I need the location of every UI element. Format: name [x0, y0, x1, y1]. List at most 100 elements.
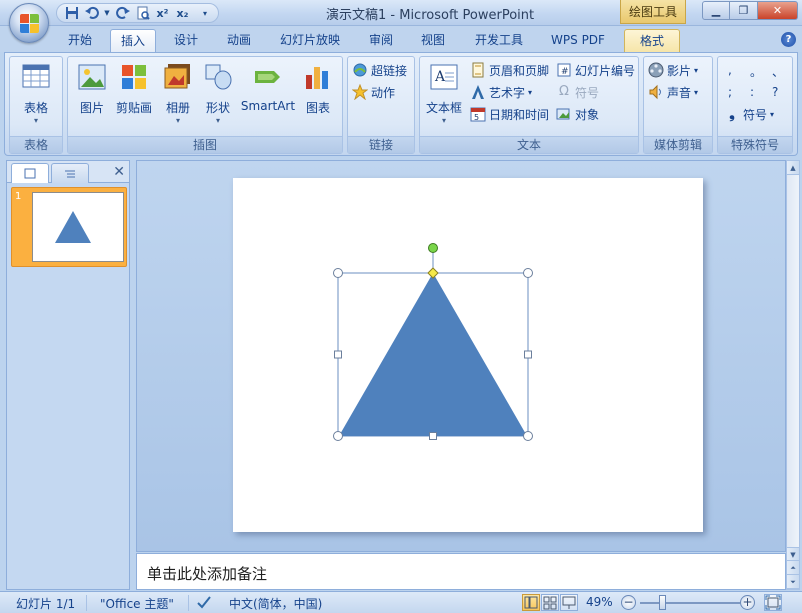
hyperlink-icon [352, 62, 368, 78]
resize-handle-bottom[interactable] [429, 432, 437, 440]
svg-text:#: # [561, 67, 569, 77]
group-links: 超链接 动作 链接 [347, 56, 415, 154]
minimize-button[interactable]: ▁ [702, 1, 730, 20]
symbol-enum-comma[interactable]: 、 [772, 63, 784, 80]
fit-to-window-button[interactable] [764, 594, 782, 611]
sound-button[interactable]: 声音 ▾ [648, 82, 698, 102]
hyperlink-button[interactable]: 超链接 [352, 60, 407, 80]
help-icon[interactable]: ? [781, 32, 796, 47]
tab-wps-pdf[interactable]: WPS PDF [542, 29, 614, 52]
dropdown-arrow-icon: ▾ [694, 87, 699, 97]
print-preview-icon[interactable] [134, 5, 151, 22]
close-button[interactable]: ✕ [758, 1, 798, 20]
undo-icon[interactable] [83, 5, 100, 22]
tab-review[interactable]: 审阅 [358, 29, 404, 52]
redo-icon[interactable] [114, 5, 131, 22]
datetime-button[interactable]: 5 日期和时间 [470, 104, 549, 124]
zoom-in-icon[interactable]: + [740, 595, 755, 610]
tab-slides-view[interactable] [11, 163, 49, 183]
next-slide-icon[interactable]: ⏷ [787, 575, 799, 589]
rotation-handle[interactable] [428, 243, 438, 253]
clipart-button[interactable]: 剪贴画 [112, 61, 156, 116]
vertical-scrollbar[interactable]: ▲ ▼ ⏶ ⏷ [786, 160, 800, 590]
slide-canvas[interactable] [233, 178, 703, 532]
office-button[interactable] [9, 3, 49, 43]
slide-thumbnail-selected[interactable]: 1 [11, 187, 127, 267]
customize-qat-icon[interactable]: ▾ [200, 5, 210, 22]
triangle-shape[interactable] [339, 273, 527, 436]
textbox-button[interactable]: A 文本框 ▾ [424, 61, 464, 126]
tab-home[interactable]: 开始 [58, 29, 102, 52]
language-indicator[interactable]: 中文(简体，中国) [229, 595, 322, 612]
scroll-up-icon[interactable]: ▲ [787, 161, 799, 175]
dropdown-arrow-icon[interactable]: ▼ [103, 5, 111, 22]
wordart-button[interactable]: 艺术字 ▾ [470, 82, 532, 102]
zoom-level[interactable]: 49% [586, 595, 613, 609]
symbol-button-disabled[interactable]: Ω 符号 [556, 82, 599, 102]
zoom-out-icon[interactable]: − [621, 595, 636, 610]
save-icon[interactable] [63, 5, 80, 22]
tab-slideshow[interactable]: 幻灯片放映 [270, 29, 350, 52]
slideshow-icon [562, 596, 576, 609]
resize-handle-bottom-left[interactable] [333, 431, 343, 441]
zoom-slider-thumb[interactable] [658, 595, 666, 610]
chart-button[interactable]: 图表 [300, 61, 336, 116]
resize-handle-top-left[interactable] [333, 268, 343, 278]
scroll-down-icon[interactable]: ▼ [787, 547, 799, 561]
action-button[interactable]: 动作 [351, 82, 395, 102]
resize-handle-bottom-right[interactable] [523, 431, 533, 441]
chart-label: 图表 [305, 101, 330, 115]
tab-design[interactable]: 设计 [162, 29, 210, 52]
tab-view[interactable]: 视图 [410, 29, 456, 52]
slideshow-button[interactable] [560, 594, 578, 611]
symbol-semicolon[interactable]: ; [728, 85, 732, 99]
previous-slide-icon[interactable]: ⏶ [787, 561, 799, 575]
header-footer-button[interactable]: 页眉和页脚 [470, 60, 549, 80]
adjust-handle[interactable] [427, 267, 439, 279]
ribbon: 表格 ▾ 表格 图片 剪贴画 相册 ▾ 形状 ▾ SmartArt 图表 插图 … [4, 52, 798, 156]
movie-button[interactable]: 影片 ▾ [648, 60, 698, 80]
symbol-comma[interactable]: , [728, 63, 732, 77]
movie-label: 影片 [667, 63, 692, 78]
resize-handle-top-right[interactable] [523, 268, 533, 278]
omega-icon: Ω [559, 84, 569, 99]
slide-sorter-icon [543, 596, 557, 610]
thumbnail-triangle [55, 211, 91, 243]
group-label-special: 特殊符号 [718, 136, 792, 153]
close-panel-icon[interactable]: ✕ [113, 164, 125, 180]
superscript-icon[interactable]: x² [154, 5, 171, 22]
tab-animation[interactable]: 动画 [216, 29, 262, 52]
tab-insert[interactable]: 插入 [110, 29, 156, 52]
subscript-icon[interactable]: x₂ [174, 5, 191, 22]
symbol-period[interactable]: 。 [750, 63, 762, 80]
tab-outline-view[interactable] [51, 163, 89, 183]
slide-number-button[interactable]: # 幻灯片编号 [556, 60, 635, 80]
tab-format[interactable]: 格式 [624, 29, 680, 52]
normal-view-button[interactable] [522, 594, 540, 611]
smartart-button[interactable]: SmartArt [240, 61, 296, 113]
action-star-icon [351, 83, 369, 101]
spell-check-icon[interactable] [196, 595, 214, 612]
notes-pane[interactable]: 单击此处添加备注 [136, 553, 786, 590]
slide-thumbnail-number: 1 [15, 191, 22, 202]
theme-name[interactable]: "Office 主题" [100, 595, 174, 612]
slide-sorter-button[interactable] [541, 594, 559, 611]
special-symbol-button[interactable]: ❟ 符号 ▾ [724, 104, 774, 124]
object-button[interactable]: 对象 [556, 104, 599, 124]
picture-button[interactable]: 图片 [74, 61, 110, 116]
tab-developer[interactable]: 开发工具 [464, 29, 534, 52]
symbol-question[interactable]: ? [772, 85, 778, 99]
restore-button[interactable]: ❐ [730, 1, 758, 20]
group-label-links: 链接 [348, 136, 414, 153]
dropdown-arrow-icon: ▾ [175, 116, 180, 125]
smartart-icon [252, 61, 284, 93]
symbol-colon[interactable]: : [750, 85, 754, 99]
zoom-slider[interactable] [640, 602, 740, 604]
album-button[interactable]: 相册 ▾ [160, 61, 196, 126]
resize-handle-right[interactable] [524, 350, 532, 359]
table-button[interactable]: 表格 ▾ [16, 61, 56, 126]
shapes-button[interactable]: 形状 ▾ [200, 61, 236, 126]
resize-handle-left[interactable] [334, 350, 342, 359]
picture-label: 图片 [79, 101, 104, 115]
object-label: 对象 [575, 107, 600, 122]
